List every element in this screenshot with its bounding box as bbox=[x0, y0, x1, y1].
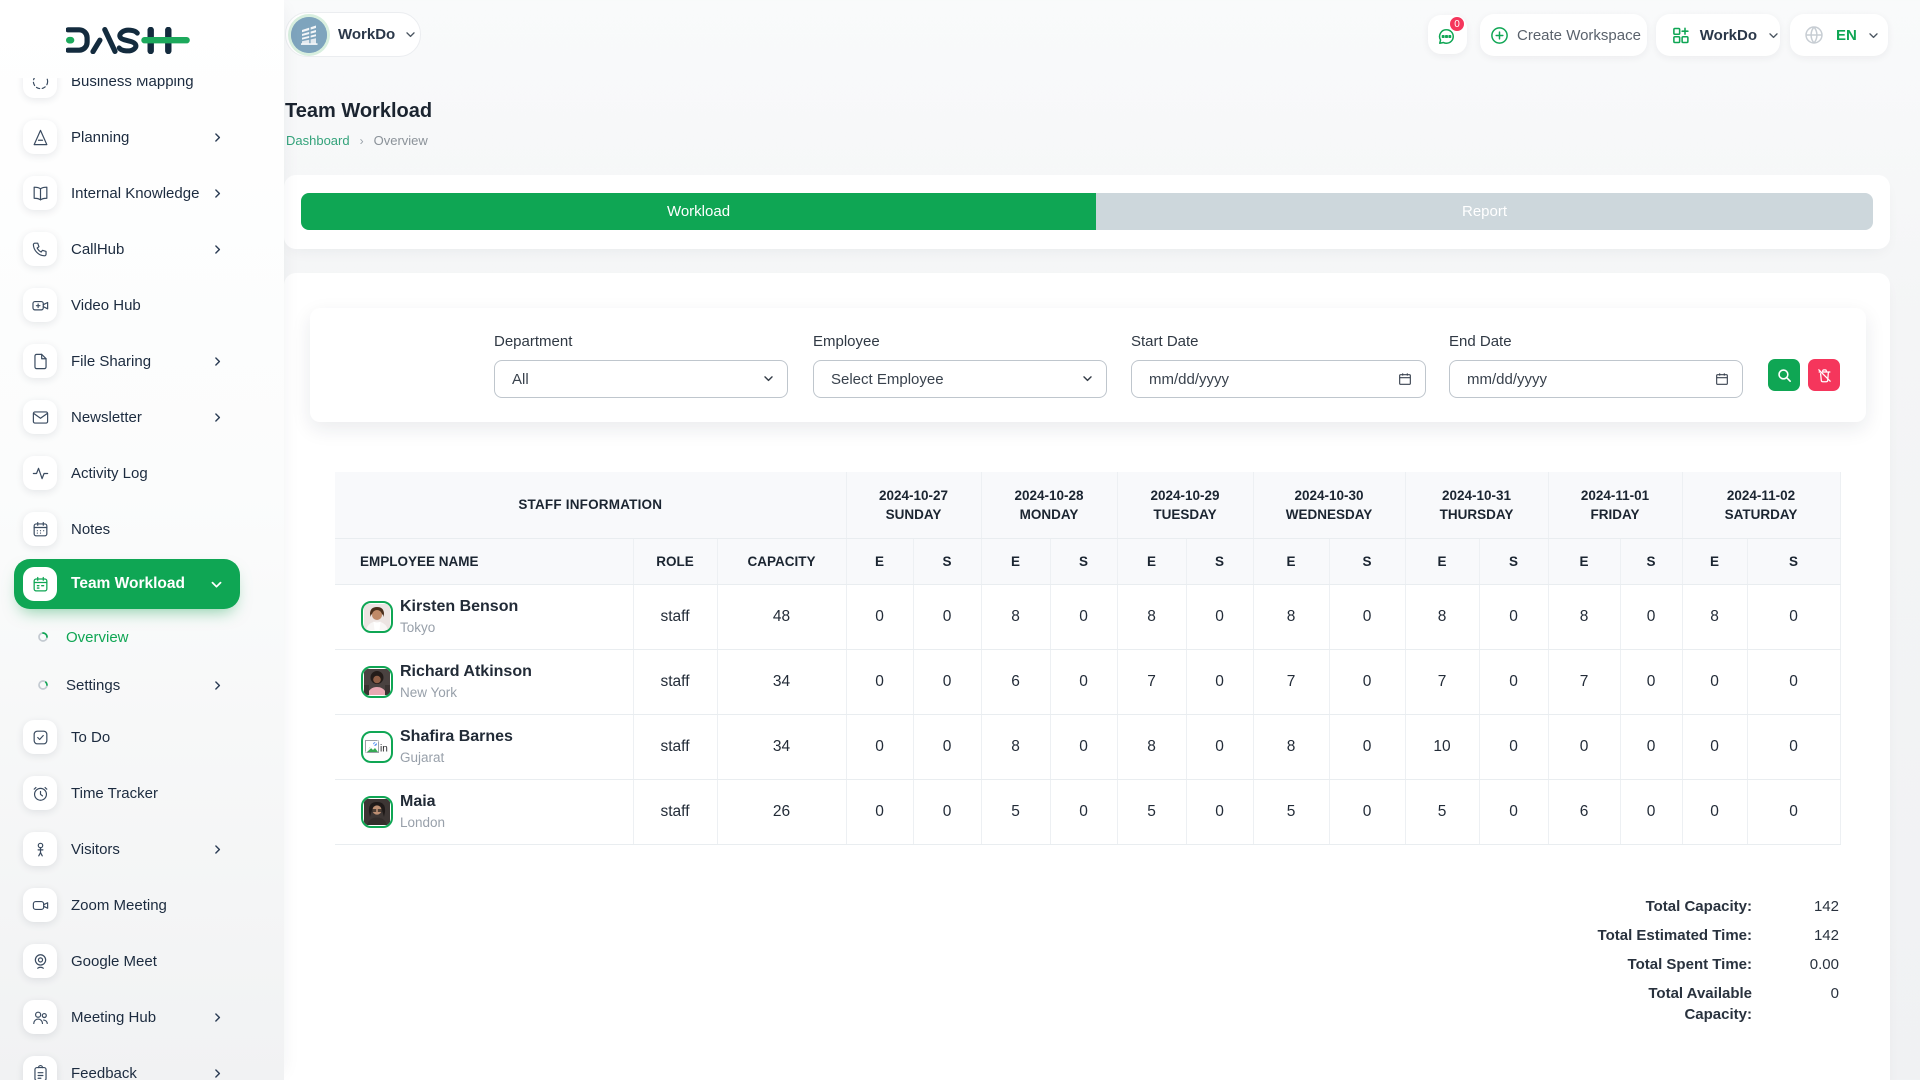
svg-text:in: in bbox=[380, 743, 388, 754]
